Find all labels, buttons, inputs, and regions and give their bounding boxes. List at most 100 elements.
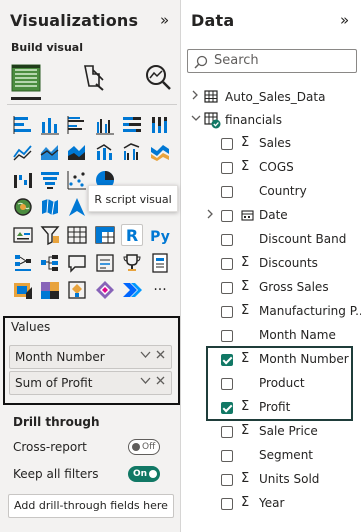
cross-report-label: Cross-report <box>13 440 87 454</box>
100-stacked-column-icon[interactable] <box>149 114 171 136</box>
close-icon[interactable] <box>155 375 166 389</box>
chevron-right-icon[interactable] <box>205 208 215 223</box>
field-checkbox[interactable] <box>221 426 233 438</box>
field-checkbox[interactable] <box>221 258 233 270</box>
keep-all-filters-toggle[interactable]: On <box>128 466 160 482</box>
field-row[interactable]: Discount Band <box>206 230 360 250</box>
r-script-visual-tooltip: R script visual <box>88 185 178 212</box>
field-checkbox[interactable] <box>221 330 233 342</box>
values-field-sum-of-profit[interactable]: Sum of Profit <box>9 371 172 395</box>
scatter-chart-icon[interactable] <box>66 169 88 191</box>
waterfall-chart-icon[interactable] <box>12 169 34 191</box>
field-row[interactable]: Country <box>206 182 360 202</box>
more-visuals-icon[interactable]: ··· <box>149 279 171 301</box>
chevron-right-icon[interactable] <box>190 89 200 104</box>
field-checkbox[interactable] <box>221 282 233 294</box>
values-field-label: Sum of Profit <box>15 376 93 390</box>
search-icon <box>194 54 208 73</box>
values-field-month-number[interactable]: Month Number <box>9 345 172 369</box>
field-checkbox[interactable] <box>221 162 233 174</box>
build-visual-divider <box>7 104 177 105</box>
toggle-knob <box>132 443 140 451</box>
funnel-chart-icon[interactable] <box>39 169 61 191</box>
clustered-column-chart-icon[interactable] <box>94 114 116 136</box>
collapse-data-icon[interactable]: » <box>340 11 349 29</box>
field-row[interactable]: Σ Gross Sales <box>206 278 360 298</box>
field-checkbox[interactable] <box>221 474 233 486</box>
python-visual-icon[interactable]: Py <box>149 224 171 246</box>
field-name: Year <box>259 496 285 510</box>
field-row[interactable]: Date <box>206 206 360 226</box>
collapse-visualizations-icon[interactable]: » <box>160 11 169 29</box>
field-checkbox[interactable] <box>221 186 233 198</box>
field-row[interactable]: Σ Sales <box>206 134 360 154</box>
line-chart-icon[interactable] <box>12 141 34 163</box>
chevron-down-icon[interactable] <box>140 375 151 389</box>
100-stacked-bar-icon[interactable] <box>121 114 143 136</box>
table-row-financials[interactable]: financials <box>190 111 360 131</box>
qna-visual-icon[interactable] <box>66 252 88 274</box>
field-row[interactable]: Σ Discounts <box>206 254 360 274</box>
field-checkbox[interactable] <box>221 234 233 246</box>
matrix-visual-icon[interactable] <box>94 224 116 246</box>
search-input[interactable]: Search <box>187 49 357 73</box>
search-placeholder: Search <box>214 53 259 68</box>
build-visual-label: Build visual <box>11 41 83 54</box>
kpi-icon[interactable] <box>12 224 34 246</box>
slicer-icon[interactable] <box>39 224 61 246</box>
filled-map-icon[interactable] <box>39 196 61 218</box>
r-script-visual-icon[interactable]: R <box>121 224 143 246</box>
field-row[interactable]: Σ Year <box>206 494 360 514</box>
format-visual-icon[interactable] <box>79 62 111 94</box>
power-apps-icon[interactable] <box>94 279 116 301</box>
field-row[interactable]: Month Name <box>206 326 360 346</box>
stacked-area-chart-icon[interactable] <box>66 141 88 163</box>
line-clustered-column-icon[interactable] <box>121 141 143 163</box>
paginated-report-icon[interactable] <box>149 252 171 274</box>
clustered-bar-chart-icon[interactable] <box>66 114 88 136</box>
values-label: Values <box>11 320 51 334</box>
sigma-icon: Σ <box>241 279 250 294</box>
key-influencers-icon[interactable] <box>12 252 34 274</box>
chevron-down-icon[interactable] <box>140 349 151 363</box>
values-field-label: Month Number <box>15 350 105 364</box>
smart-narrative-icon[interactable] <box>94 252 116 274</box>
close-icon[interactable] <box>155 349 166 363</box>
cross-report-toggle[interactable]: Off <box>128 439 160 455</box>
field-checkbox[interactable] <box>221 210 233 222</box>
decomposition-tree-icon[interactable] <box>39 252 61 274</box>
field-row[interactable]: Σ COGS <box>206 158 360 178</box>
ribbon-chart-icon[interactable] <box>149 141 171 163</box>
drill-through-title: Drill through <box>13 415 100 429</box>
add-drill-through-fields-button[interactable]: Add drill-through fields here <box>8 494 174 518</box>
field-checkbox[interactable] <box>221 450 233 462</box>
custom-visual-3-icon[interactable] <box>66 279 88 301</box>
field-checkbox[interactable] <box>221 138 233 150</box>
stacked-bar-chart-icon[interactable] <box>12 114 34 136</box>
analytics-magnifier-icon[interactable] <box>143 62 175 94</box>
custom-visual-2-icon[interactable] <box>39 279 61 301</box>
field-row[interactable]: Σ Units Sold <box>206 470 360 490</box>
build-visual-icon[interactable] <box>10 62 42 94</box>
field-row[interactable]: Segment <box>206 446 360 466</box>
goals-trophy-icon[interactable] <box>121 252 143 274</box>
table-icon <box>204 90 218 106</box>
sigma-icon: Σ <box>241 159 250 174</box>
field-checkbox[interactable] <box>221 306 233 318</box>
field-name: Gross Sales <box>259 280 329 294</box>
sigma-icon: Σ <box>241 423 250 438</box>
power-automate-icon[interactable] <box>121 279 143 301</box>
line-stacked-column-icon[interactable] <box>94 141 116 163</box>
custom-visual-1-icon[interactable] <box>12 279 34 301</box>
field-checkbox[interactable] <box>221 498 233 510</box>
field-row[interactable]: Σ Sale Price <box>206 422 360 442</box>
area-chart-icon[interactable] <box>39 141 61 163</box>
table-row-auto-sales-data[interactable]: Auto_Sales_Data <box>190 88 360 108</box>
map-globe-icon[interactable] <box>12 196 34 218</box>
stacked-column-chart-icon[interactable] <box>39 114 61 136</box>
chevron-down-icon[interactable] <box>190 112 202 127</box>
azure-map-icon[interactable] <box>66 196 88 218</box>
field-row[interactable]: Σ Manufacturing P... <box>206 302 361 322</box>
table-selected-icon <box>204 112 222 132</box>
table-visual-icon[interactable] <box>66 224 88 246</box>
